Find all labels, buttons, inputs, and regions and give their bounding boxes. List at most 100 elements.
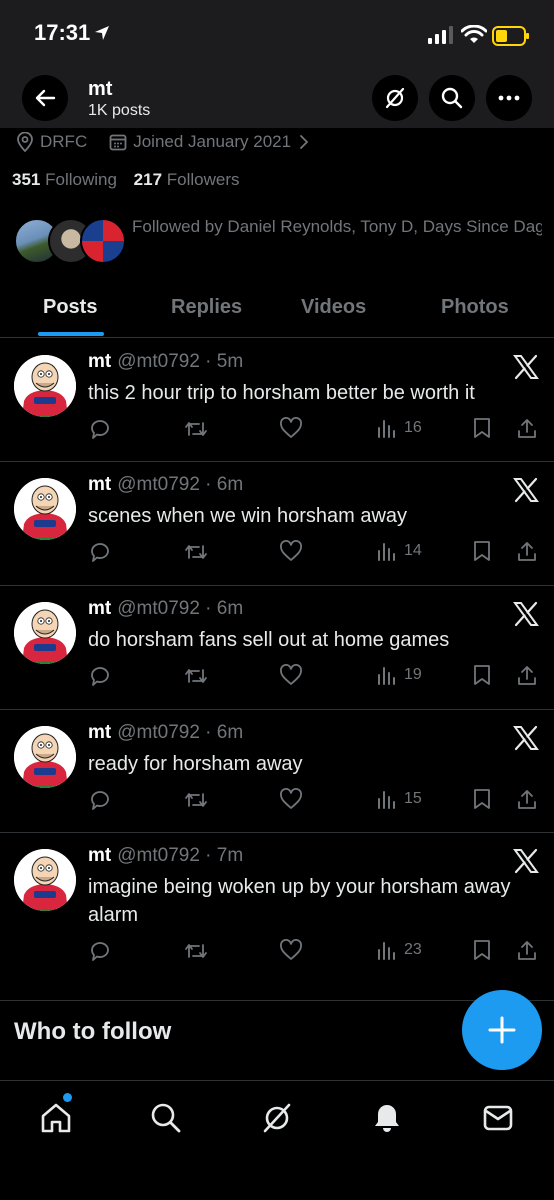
- post-author-name[interactable]: mt: [88, 722, 111, 743]
- share-button[interactable]: [516, 664, 538, 686]
- nav-home[interactable]: [36, 1098, 76, 1138]
- avatar-image: [14, 726, 76, 788]
- repost-icon: [185, 669, 207, 683]
- bookmark-icon: [474, 665, 490, 685]
- post-handle-time: @mt0792 · 6m: [117, 722, 244, 743]
- share-icon: [518, 941, 536, 960]
- avatar[interactable]: [14, 478, 76, 540]
- like-icon: [280, 788, 302, 809]
- share-icon: [518, 419, 536, 438]
- cellular-signal-icon: [428, 26, 453, 44]
- post[interactable]: mt @mt0792 · 6m ready for horsham away 15: [0, 710, 554, 833]
- avatar-image: [14, 849, 76, 911]
- bookmark-icon: [474, 940, 490, 960]
- reply-icon: [91, 791, 109, 810]
- bookmark-icon: [474, 418, 490, 438]
- tab-posts[interactable]: Posts: [43, 296, 97, 319]
- avatar[interactable]: [14, 726, 76, 788]
- reply-button[interactable]: [88, 540, 112, 564]
- nav-grok[interactable]: [257, 1098, 297, 1138]
- post-author-name[interactable]: mt: [88, 598, 111, 619]
- views-button[interactable]: 23: [376, 939, 422, 961]
- avatar[interactable]: [14, 849, 76, 911]
- follow-stats: 351 Following 217 Followers: [12, 170, 240, 190]
- followed-by-text[interactable]: Followed by Daniel Reynolds, Tony D, Day…: [132, 214, 542, 240]
- x-logo-icon: [513, 725, 539, 751]
- post-text: ready for horsham away: [88, 753, 303, 775]
- avatar[interactable]: [14, 602, 76, 664]
- views-icon: [378, 420, 395, 438]
- repost-button[interactable]: [183, 540, 209, 564]
- avatar[interactable]: [14, 355, 76, 417]
- post-actions: 15: [88, 788, 542, 814]
- bookmark-icon: [474, 789, 490, 809]
- repost-button[interactable]: [183, 417, 209, 441]
- share-button[interactable]: [516, 417, 538, 439]
- status-bar: 17:31: [0, 0, 554, 70]
- post-actions: 19: [88, 664, 542, 690]
- more-options-button[interactable]: [486, 75, 532, 121]
- view-count: 15: [404, 790, 422, 807]
- like-button[interactable]: [279, 664, 303, 686]
- views-button[interactable]: 14: [376, 540, 422, 562]
- chevron-right-icon[interactable]: [297, 133, 311, 151]
- post-author-name[interactable]: mt: [88, 351, 111, 372]
- profile-meta: DRFC Joined January 2021: [16, 130, 311, 154]
- plus-icon: [488, 1016, 516, 1044]
- like-icon: [280, 540, 302, 561]
- views-button[interactable]: 16: [376, 417, 422, 439]
- repost-button[interactable]: [183, 939, 209, 963]
- more-dots-icon: [498, 95, 520, 101]
- post[interactable]: mt @mt0792 · 5m this 2 hour trip to horsh…: [0, 339, 554, 462]
- post[interactable]: mt @mt0792 · 6m do horsham fans sell out …: [0, 586, 554, 710]
- tab-videos[interactable]: Videos: [301, 296, 366, 319]
- bookmark-button[interactable]: [472, 788, 492, 810]
- followers-link[interactable]: 217 Followers: [134, 170, 240, 189]
- followers-you-know-avatars[interactable]: [14, 218, 126, 268]
- repost-button[interactable]: [183, 664, 209, 688]
- reply-button[interactable]: [88, 788, 112, 812]
- profile-header: mt 1K posts: [0, 70, 554, 128]
- search-button[interactable]: [429, 75, 475, 121]
- bookmark-button[interactable]: [472, 939, 492, 961]
- post-author-name[interactable]: mt: [88, 474, 111, 495]
- post-actions: 23: [88, 939, 542, 965]
- bookmark-button[interactable]: [472, 664, 492, 686]
- following-link[interactable]: 351 Following: [12, 170, 117, 189]
- battery-icon: [492, 26, 529, 46]
- grok-button[interactable]: [372, 75, 418, 121]
- follower-avatar: [80, 218, 126, 264]
- share-button[interactable]: [516, 788, 538, 810]
- back-button[interactable]: [22, 75, 68, 121]
- followers-count: 217: [133, 170, 163, 189]
- back-arrow-icon: [35, 89, 56, 107]
- like-button[interactable]: [279, 540, 303, 562]
- reply-button[interactable]: [88, 664, 112, 688]
- bookmark-button[interactable]: [472, 540, 492, 562]
- post[interactable]: mt @mt0792 · 6m scenes when we win horsha…: [0, 462, 554, 586]
- like-button[interactable]: [279, 939, 303, 961]
- post-handle-time: @mt0792 · 7m: [117, 845, 244, 866]
- views-icon: [378, 667, 395, 685]
- reply-button[interactable]: [88, 939, 112, 963]
- like-button[interactable]: [279, 788, 303, 810]
- views-button[interactable]: 15: [376, 788, 422, 810]
- repost-button[interactable]: [183, 788, 209, 812]
- post-handle-time: @mt0792 · 5m: [117, 351, 244, 372]
- post-author-name[interactable]: mt: [88, 845, 111, 866]
- like-button[interactable]: [279, 417, 303, 439]
- compose-post-button[interactable]: [462, 990, 542, 1070]
- x-logo-icon: [513, 477, 539, 503]
- bookmark-button[interactable]: [472, 417, 492, 439]
- views-button[interactable]: 19: [376, 664, 422, 686]
- post[interactable]: mt @mt0792 · 7m imagine being woken up by…: [0, 833, 554, 1001]
- share-button[interactable]: [516, 540, 538, 562]
- tab-photos[interactable]: Photos: [441, 296, 509, 319]
- reply-button[interactable]: [88, 417, 112, 441]
- nav-search[interactable]: [146, 1098, 186, 1138]
- nav-notifications[interactable]: [367, 1098, 407, 1138]
- tab-replies[interactable]: Replies: [171, 296, 242, 319]
- share-button[interactable]: [516, 939, 538, 961]
- notification-dot: [63, 1093, 72, 1102]
- nav-messages[interactable]: [478, 1098, 518, 1138]
